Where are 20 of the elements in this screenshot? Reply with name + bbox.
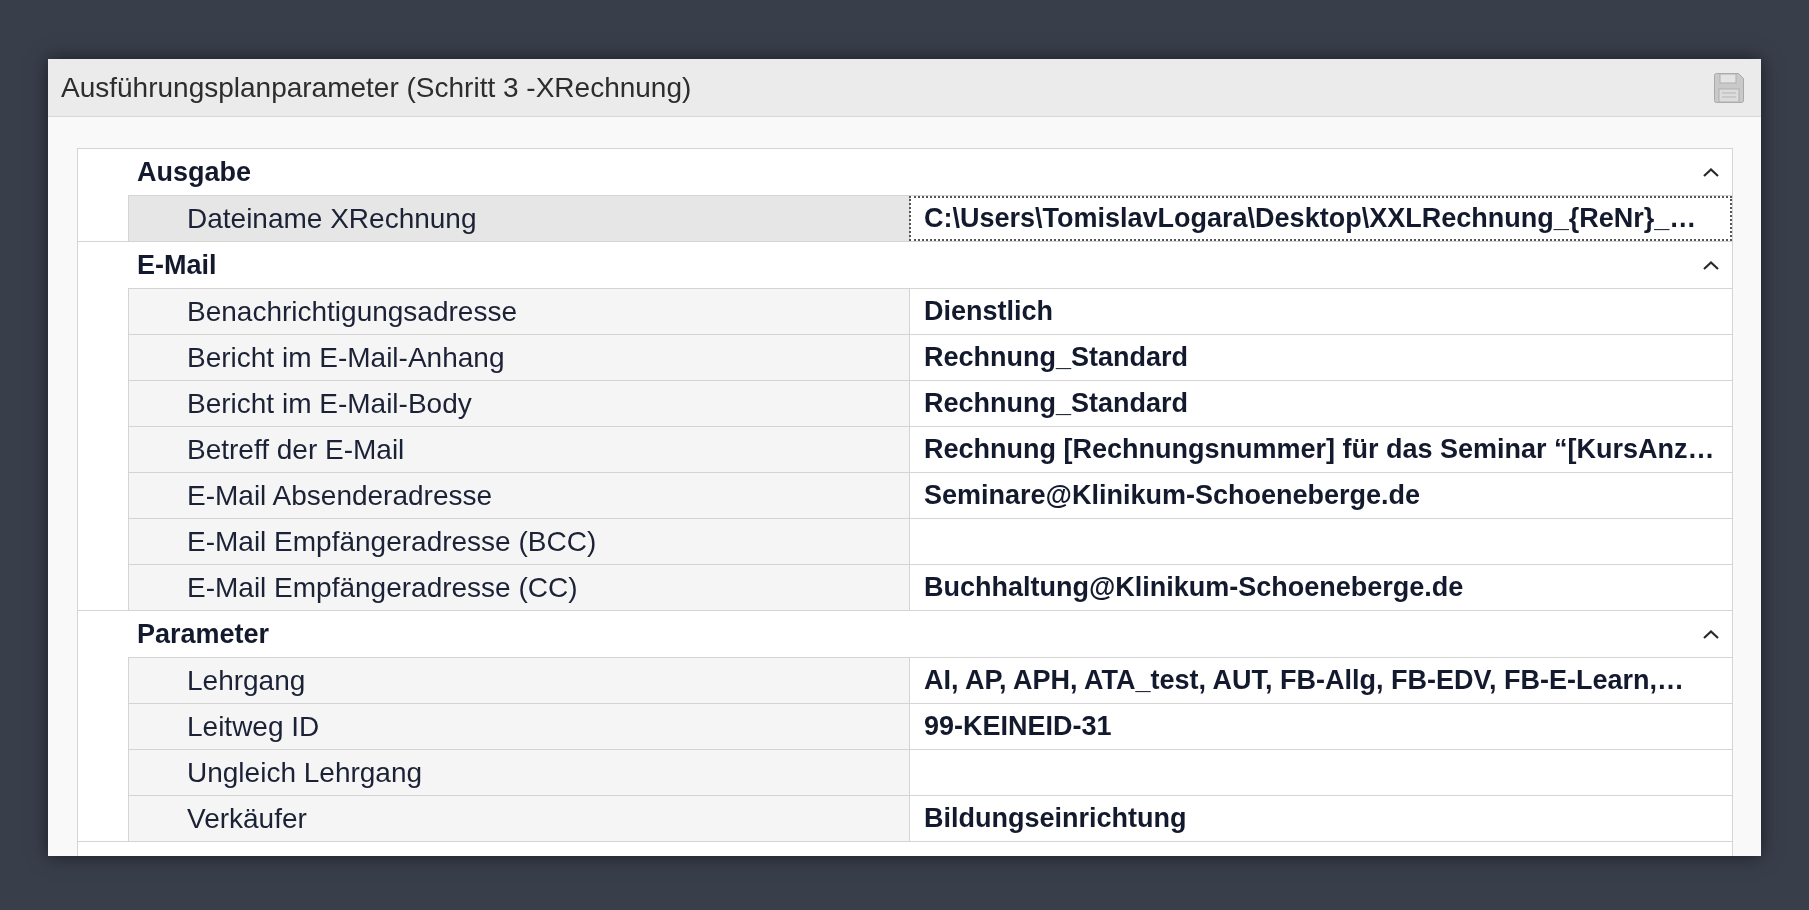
property-label: E-Mail Empfängeradresse (BCC): [129, 519, 909, 564]
property-label: E-Mail Absenderadresse: [129, 473, 909, 518]
category-title: Ausgabe: [137, 158, 252, 186]
property-label: Dateiname XRechnung: [129, 196, 909, 241]
property-label: Benachrichtigungsadresse: [129, 289, 909, 334]
property-label: Lehrgang: [129, 658, 909, 703]
category-title: E-Mail: [137, 251, 217, 279]
collapse-chevron-icon[interactable]: [1703, 260, 1719, 270]
collapse-chevron-icon[interactable]: [1703, 167, 1719, 177]
collapse-chevron-icon[interactable]: [1703, 629, 1719, 639]
window-title: Ausführungsplanparameter (Schritt 3 -XRechnung): [61, 73, 692, 102]
property-value-field[interactable]: C:\Users\TomislavLogara\Desktop\XXLRechnung_{ReNr}_…: [909, 196, 1732, 241]
property-label: Verkäufer: [129, 796, 909, 841]
property-label: E-Mail Empfängeradresse (CC): [129, 565, 909, 610]
property-label: Leitweg ID: [129, 704, 909, 749]
property-label: Betreff der E-Mail: [129, 427, 909, 472]
category-title: Parameter: [137, 620, 270, 648]
property-label: Bericht im E-Mail-Body: [129, 381, 909, 426]
property-label: Ungleich Lehrgang: [129, 750, 909, 795]
property-label: Bericht im E-Mail-Anhang: [129, 335, 909, 380]
